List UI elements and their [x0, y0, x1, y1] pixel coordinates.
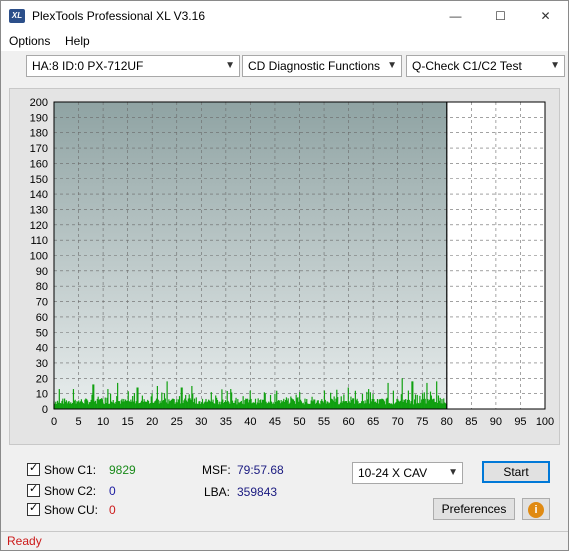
- msf-value: 79:57.68: [237, 463, 284, 477]
- y-tick-label: 40: [36, 343, 48, 355]
- show-cu-checkbox[interactable]: [27, 501, 40, 516]
- y-tick-label: 150: [30, 174, 48, 186]
- x-tick-label: 55: [318, 416, 330, 428]
- y-tick-label: 60: [36, 312, 48, 324]
- info-icon: i: [528, 502, 544, 518]
- y-tick-label: 90: [36, 266, 48, 278]
- y-tick-label: 30: [36, 358, 48, 370]
- y-tick-label: 140: [30, 189, 48, 201]
- x-tick-label: 40: [244, 416, 256, 428]
- menu-options[interactable]: Options: [9, 34, 50, 48]
- y-tick-label: 160: [30, 158, 48, 170]
- minimize-icon: —: [449, 9, 462, 23]
- menu-bar: Options Help: [1, 31, 568, 51]
- title-bar: XL PlexTools Professional XL V3.16 — ☐ ✕: [1, 1, 568, 31]
- chevron-down-icon: ▼: [225, 60, 235, 71]
- speed-select-value: 10-24 X CAV: [358, 466, 428, 480]
- x-tick-label: 20: [146, 416, 158, 428]
- speed-select[interactable]: 10-24 X CAV ▼: [352, 462, 463, 484]
- x-tick-label: 65: [367, 416, 379, 428]
- preferences-button[interactable]: Preferences: [433, 498, 515, 520]
- x-tick-label: 70: [392, 416, 404, 428]
- y-tick-label: 180: [30, 128, 48, 140]
- chevron-down-icon: ▼: [550, 60, 560, 71]
- chevron-down-icon: ▼: [448, 467, 458, 478]
- info-button[interactable]: i: [522, 498, 550, 520]
- y-tick-label: 170: [30, 143, 48, 155]
- show-cu-label: Show CU:: [44, 503, 99, 517]
- y-tick-label: 130: [30, 204, 48, 216]
- x-tick-label: 100: [536, 416, 554, 428]
- c1c2-chart: 0102030405060708090100110120130140150160…: [30, 97, 555, 428]
- msf-label: MSF:: [202, 463, 231, 477]
- c1-value: 9829: [109, 463, 136, 477]
- test-select[interactable]: Q-Check C1/C2 Test ▼: [406, 55, 565, 77]
- status-text: Ready: [7, 534, 42, 548]
- x-tick-label: 90: [490, 416, 502, 428]
- y-tick-label: 0: [42, 404, 48, 416]
- cu-value: 0: [109, 503, 116, 517]
- show-c2-label: Show C2:: [44, 484, 97, 498]
- x-tick-label: 25: [171, 416, 183, 428]
- function-select-value: CD Diagnostic Functions: [248, 59, 381, 73]
- test-select-value: Q-Check C1/C2 Test: [412, 59, 522, 73]
- status-bar: Ready: [1, 531, 568, 550]
- show-c2-checkbox[interactable]: [27, 482, 40, 497]
- y-tick-label: 110: [30, 235, 48, 247]
- app-window: XL PlexTools Professional XL V3.16 — ☐ ✕…: [0, 0, 569, 551]
- maximize-button[interactable]: ☐: [478, 1, 523, 31]
- lba-label: LBA:: [204, 485, 231, 499]
- start-button[interactable]: Start: [482, 461, 550, 483]
- x-tick-label: 85: [465, 416, 477, 428]
- minimize-button[interactable]: —: [433, 1, 478, 31]
- x-tick-label: 75: [416, 416, 428, 428]
- window-title: PlexTools Professional XL V3.16: [32, 9, 205, 23]
- x-tick-label: 30: [195, 416, 207, 428]
- x-tick-label: 15: [122, 416, 134, 428]
- close-button[interactable]: ✕: [523, 1, 568, 31]
- c2-value: 0: [109, 484, 116, 498]
- y-tick-label: 200: [30, 97, 48, 109]
- y-tick-label: 10: [36, 389, 48, 401]
- menu-help[interactable]: Help: [65, 34, 90, 48]
- lba-value: 359843: [237, 485, 278, 499]
- chevron-down-icon: ▼: [387, 60, 397, 71]
- drive-select[interactable]: HA:8 ID:0 PX-712UF ▼: [26, 55, 240, 77]
- maximize-icon: ☐: [495, 9, 506, 23]
- y-tick-label: 80: [36, 281, 48, 293]
- y-tick-label: 50: [36, 327, 48, 339]
- y-tick-label: 20: [36, 373, 48, 385]
- x-tick-label: 35: [220, 416, 232, 428]
- x-tick-label: 50: [293, 416, 305, 428]
- y-tick-label: 70: [36, 297, 48, 309]
- drive-select-value: HA:8 ID:0 PX-712UF: [32, 59, 144, 73]
- close-icon: ✕: [540, 9, 551, 23]
- app-logo-icon: XL: [9, 9, 25, 23]
- x-tick-label: 45: [269, 416, 281, 428]
- x-tick-label: 10: [97, 416, 109, 428]
- show-c1-checkbox[interactable]: [27, 461, 40, 476]
- chart-panel: 0 10 20 30 40 50 60 70 80 90 100 110 120 130 140 150 160…: [9, 88, 560, 445]
- x-tick-label: 95: [514, 416, 526, 428]
- y-tick-label: 190: [30, 112, 48, 124]
- show-c1-label: Show C1:: [44, 463, 97, 477]
- x-tick-label: 60: [342, 416, 354, 428]
- x-tick-label: 5: [75, 416, 81, 428]
- x-tick-label: 80: [441, 416, 453, 428]
- x-tick-label: 0: [51, 416, 57, 428]
- function-select[interactable]: CD Diagnostic Functions ▼: [242, 55, 402, 77]
- y-tick-label: 100: [30, 251, 48, 263]
- y-tick-label: 120: [30, 220, 48, 232]
